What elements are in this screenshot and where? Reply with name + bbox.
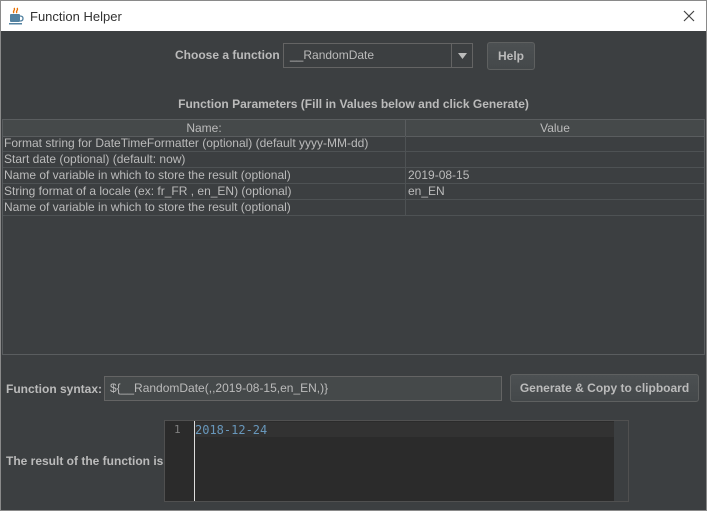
param-name-cell: String format of a locale (ex: fr_FR , e…	[3, 184, 406, 199]
param-name-cell: Format string for DateTimeFormatter (opt…	[3, 136, 406, 151]
parameters-table: Name: Value Format string for DateTimeFo…	[2, 119, 705, 355]
title-bar: Function Helper	[1, 1, 706, 31]
param-name-cell: Start date (optional) (default: now)	[3, 152, 406, 167]
param-value-cell[interactable]: en_EN	[406, 184, 704, 199]
table-row[interactable]: String format of a locale (ex: fr_FR , e…	[3, 184, 704, 200]
column-header-value[interactable]: Value	[406, 120, 704, 136]
column-header-name[interactable]: Name:	[3, 120, 406, 136]
generate-copy-button[interactable]: Generate & Copy to clipboard	[510, 374, 699, 402]
line-number-gutter: 1	[165, 421, 195, 501]
result-value[interactable]: 2018-12-24	[195, 423, 267, 437]
function-syntax-row: Function syntax: ${__RandomDate(,,2019-0…	[1, 369, 706, 409]
table-header: Name: Value	[3, 120, 704, 137]
help-button[interactable]: Help	[487, 42, 535, 70]
function-select[interactable]: __RandomDate	[283, 43, 473, 68]
table-row[interactable]: Name of variable in which to store the r…	[3, 168, 704, 184]
parameters-title: Function Parameters (Fill in Values belo…	[178, 97, 529, 111]
close-icon	[683, 10, 695, 22]
table-row[interactable]: Format string for DateTimeFormatter (opt…	[3, 136, 704, 152]
function-helper-window: Function Helper Choose a function __Rand…	[0, 0, 707, 511]
table-row[interactable]: Start date (optional) (default: now)	[3, 152, 704, 168]
function-chooser-row: Choose a function __RandomDate Help	[1, 31, 706, 81]
table-row[interactable]: Name of variable in which to store the r…	[3, 200, 704, 216]
param-name-cell: Name of variable in which to store the r…	[3, 200, 406, 215]
result-editor[interactable]: 1 2018-12-24	[164, 420, 629, 502]
java-cup-icon	[8, 7, 24, 25]
choose-function-label: Choose a function	[175, 48, 280, 62]
param-value-cell[interactable]	[406, 152, 704, 167]
vertical-scrollbar[interactable]	[614, 421, 628, 501]
param-name-cell: Name of variable in which to store the r…	[3, 168, 406, 183]
param-value-cell[interactable]: 2019-08-15	[406, 168, 704, 183]
close-button[interactable]	[678, 5, 700, 27]
param-value-cell[interactable]	[406, 200, 704, 215]
window-title: Function Helper	[30, 9, 122, 24]
line-number: 1	[174, 423, 181, 436]
function-syntax-field[interactable]: ${__RandomDate(,,2019-08-15,en_EN,)}	[104, 376, 502, 401]
chevron-down-icon[interactable]	[451, 44, 472, 67]
function-syntax-label: Function syntax:	[6, 382, 103, 396]
result-label: The result of the function is	[6, 454, 164, 468]
param-value-cell[interactable]	[406, 136, 704, 151]
function-select-value: __RandomDate	[290, 48, 375, 62]
